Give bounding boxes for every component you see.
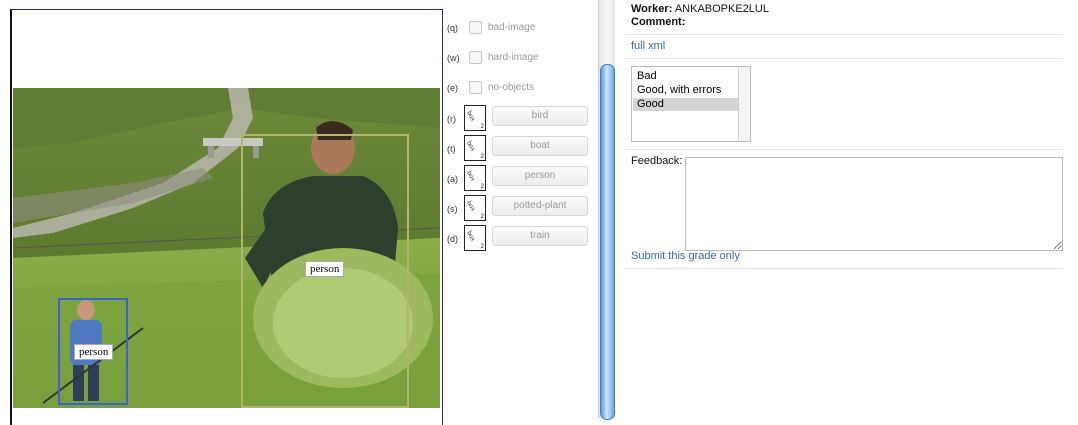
divider [625, 268, 1063, 269]
shortcut-key: (r) [447, 114, 456, 124]
shortcut-key: (q) [447, 23, 458, 33]
list-scrollbar[interactable] [738, 67, 750, 141]
draw-box-icon[interactable]: box 2 [464, 165, 486, 191]
grade-select[interactable]: Bad Good, with errors Good [631, 66, 751, 142]
class-row-person: (a) box 2 person [441, 165, 598, 196]
class-button-potted-plant[interactable]: potted-plant [492, 196, 588, 216]
photo-scene [13, 88, 440, 408]
draw-box-icon[interactable]: box 2 [464, 105, 486, 131]
full-xml-link[interactable]: full xml [631, 40, 665, 52]
bbox-label: person [74, 344, 114, 360]
class-button-train[interactable]: train [492, 226, 588, 246]
flag-hard-image[interactable]: (w) hard-image [441, 49, 598, 75]
scrollbar-thumb[interactable] [600, 64, 615, 420]
grade-option-bad[interactable]: Bad [633, 70, 740, 83]
hard-image-checkbox[interactable] [469, 51, 482, 64]
grading-panel: Worker: ANKABOPKE2LUL Comment: full xml … [625, 0, 1065, 418]
flag-label: no-objects [488, 82, 535, 93]
draw-box-icon[interactable]: box 2 [464, 135, 486, 161]
shortcut-key: (e) [447, 83, 458, 93]
divider [625, 149, 1063, 150]
class-row-bird: (r) box 2 bird [441, 105, 598, 136]
class-button-bird[interactable]: bird [492, 106, 588, 126]
class-row-boat: (t) box 2 boat [441, 135, 598, 166]
shortcut-key: (s) [447, 204, 458, 214]
flag-bad-image[interactable]: (q) bad-image [441, 19, 598, 45]
class-row-train: (d) box 2 train [441, 225, 598, 256]
vertical-scrollbar[interactable] [598, 0, 615, 420]
draw-box-icon[interactable]: box 2 [464, 195, 486, 221]
annotated-photo[interactable]: person person [13, 88, 440, 408]
class-button-boat[interactable]: boat [492, 136, 588, 156]
flag-no-objects[interactable]: (e) no-objects [441, 79, 598, 105]
submit-grade-link[interactable]: Submit this grade only [631, 250, 740, 262]
grade-option-good[interactable]: Good [633, 98, 740, 111]
bbox-label: person [305, 261, 345, 277]
no-objects-checkbox[interactable] [469, 81, 482, 94]
flag-label: hard-image [488, 52, 539, 63]
bad-image-checkbox[interactable] [469, 21, 482, 34]
shortcut-key: (a) [447, 174, 458, 184]
shortcut-key: (t) [447, 144, 456, 154]
shortcut-key: (w) [447, 53, 460, 63]
flag-label: bad-image [488, 22, 536, 33]
divider [625, 58, 1063, 59]
draw-box-icon[interactable]: box 2 [464, 225, 486, 251]
shortcut-key: (d) [447, 234, 458, 244]
feedback-label: Feedback: [631, 155, 683, 167]
label-options: (q) bad-image (w) hard-image (e) no-obje… [441, 9, 598, 418]
grade-option-good-with-errors[interactable]: Good, with errors [633, 84, 740, 97]
class-button-person[interactable]: person [492, 166, 588, 186]
worker-info: Worker: ANKABOPKE2LUL [631, 3, 769, 15]
worker-id: ANKABOPKE2LUL [674, 3, 769, 15]
comment-label: Comment: [631, 16, 686, 28]
worker-label: Worker: [631, 3, 673, 15]
feedback-textarea[interactable] [685, 157, 1063, 251]
class-row-potted-plant: (s) box 2 potted-plant [441, 195, 598, 226]
divider [625, 34, 1063, 35]
